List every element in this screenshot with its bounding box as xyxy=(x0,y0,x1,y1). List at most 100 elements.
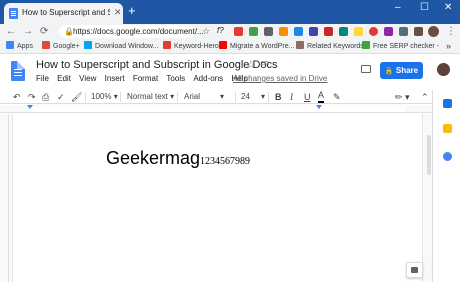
docs-logo-icon[interactable] xyxy=(11,61,25,81)
bookmark-download-windows[interactable]: Download Window... xyxy=(84,41,158,52)
document-page[interactable] xyxy=(12,114,423,282)
extension-brown-icon[interactable] xyxy=(414,27,423,36)
explore-button[interactable] xyxy=(406,262,423,278)
scrollbar-thumb[interactable] xyxy=(427,135,431,175)
extension-red-circle-icon[interactable] xyxy=(369,27,378,36)
address-toolbar: ← → ⟳ 🔒 https://docs.google.com/document… xyxy=(0,24,460,39)
comment-history-icon[interactable] xyxy=(361,65,371,73)
bookmarks-bar: Apps Google+ Download Window... Keyword-… xyxy=(0,39,460,54)
menu-view[interactable]: View xyxy=(79,74,96,83)
extension-orange-icon[interactable] xyxy=(279,27,288,36)
tasks-icon[interactable] xyxy=(443,152,452,161)
menu-file[interactable]: File xyxy=(36,74,49,83)
collapse-toolbar-icon[interactable]: ⌃ xyxy=(421,90,429,104)
font-size-select[interactable]: 24 ▾ xyxy=(241,90,265,104)
bookmark-keyword-hero[interactable]: Keyword-Hero xyxy=(163,41,219,52)
bookmark-label: Keyword-Hero xyxy=(174,43,219,50)
right-indent-marker[interactable] xyxy=(316,105,322,109)
back-icon[interactable]: ← xyxy=(6,24,16,39)
tab-title: How to Superscript and Subscript xyxy=(22,8,110,17)
menu-addons[interactable]: Add-ons xyxy=(193,74,223,83)
toolbar-divider xyxy=(268,92,269,102)
url-text[interactable]: https://docs.google.com/document/... xyxy=(73,27,204,36)
extension-f-icon[interactable]: f? xyxy=(217,26,224,35)
italic-button[interactable]: I xyxy=(290,90,293,104)
horizontal-ruler[interactable] xyxy=(0,105,432,113)
highlight-icon[interactable]: ✎ xyxy=(333,90,341,104)
document-main-text[interactable]: Geekermag xyxy=(106,148,200,168)
extension-green-icon[interactable] xyxy=(249,27,258,36)
extension-grey-icon[interactable] xyxy=(264,27,273,36)
extension-blue-icon[interactable] xyxy=(294,27,303,36)
bookmark-label: Download Window... xyxy=(95,43,159,50)
reload-icon[interactable]: ⟳ xyxy=(40,24,48,39)
maximize-button[interactable]: ☐ xyxy=(420,2,429,13)
document-title[interactable]: How to Superscript and Subscript in Goog… xyxy=(36,59,278,71)
menu-format[interactable]: Format xyxy=(133,74,158,83)
style-select[interactable]: Normal text ▾ xyxy=(127,90,174,104)
left-indent-marker[interactable] xyxy=(27,105,33,109)
redo-icon[interactable]: ↷ xyxy=(28,90,36,104)
new-tab-button[interactable]: + xyxy=(128,3,136,18)
star-icon[interactable]: ☆ xyxy=(246,58,256,71)
paint-format-icon[interactable]: 🖌 xyxy=(71,90,82,104)
calendar-icon[interactable] xyxy=(443,99,452,108)
print-icon[interactable]: ⎙ xyxy=(42,90,49,104)
bookmark-star-icon[interactable]: ☆ xyxy=(202,26,210,37)
share-label: Share xyxy=(395,66,419,75)
bookmark-label: Google+ xyxy=(53,43,80,50)
docs-favicon-icon xyxy=(9,8,18,19)
bold-button[interactable]: B xyxy=(275,90,282,104)
forward-icon[interactable]: → xyxy=(23,24,33,39)
extension-red-icon[interactable] xyxy=(234,27,243,36)
font-select[interactable]: Arial ▾ xyxy=(184,90,224,104)
bookmark-label: Related Keywords xyxy=(307,43,364,50)
underline-button[interactable]: U xyxy=(304,90,311,104)
windows-icon xyxy=(84,41,92,49)
serp-icon xyxy=(362,41,370,49)
tab-close-icon[interactable]: ✕ xyxy=(114,7,122,18)
menu-tools[interactable]: Tools xyxy=(166,74,185,83)
extension-pinterest-icon[interactable] xyxy=(324,27,333,36)
address-bar[interactable]: 🔒 https://docs.google.com/document/... xyxy=(59,25,204,38)
minimize-button[interactable]: – xyxy=(395,2,401,13)
editing-mode-icon[interactable]: ✏ ▾ xyxy=(395,90,410,104)
youtube-icon xyxy=(219,41,227,49)
browser-menu-icon[interactable]: ⋮ xyxy=(446,24,456,39)
ruler-page-area xyxy=(30,106,405,112)
extension-teal-icon[interactable] xyxy=(339,27,348,36)
bookmark-serp-checker[interactable]: Free SERP checker - xyxy=(362,41,439,52)
browser-tab[interactable]: How to Superscript and Subscript ✕ xyxy=(4,3,123,24)
vertical-ruler[interactable] xyxy=(0,114,9,282)
toolbar-divider xyxy=(120,92,121,102)
apps-grid-icon xyxy=(6,41,14,49)
spellcheck-icon[interactable]: ✓ xyxy=(57,90,65,104)
bookmark-migrate-wordpress[interactable]: Migrate a WordPre... xyxy=(219,41,294,52)
menu-edit[interactable]: Edit xyxy=(57,74,71,83)
keep-icon[interactable] xyxy=(443,124,452,133)
extension-purple-icon[interactable] xyxy=(384,27,393,36)
document-paragraph[interactable]: Geekermag1234567989 xyxy=(106,148,250,169)
share-button[interactable]: 🔒 Share xyxy=(380,62,423,79)
zoom-select[interactable]: 100% ▾ xyxy=(91,90,118,104)
text-color-button[interactable]: A xyxy=(318,90,325,103)
undo-icon[interactable]: ↶ xyxy=(13,90,21,104)
extension-facebook-icon[interactable] xyxy=(309,27,318,36)
bookmarks-overflow-icon[interactable]: » xyxy=(446,41,451,52)
bookmark-apps[interactable]: Apps xyxy=(6,41,33,52)
bookmark-google-plus[interactable]: Google+ xyxy=(42,41,80,52)
save-status-link[interactable]: All changes saved in Drive xyxy=(233,74,327,83)
bookmark-label: Migrate a WordPre... xyxy=(230,43,295,50)
close-window-button[interactable]: ✕ xyxy=(444,2,452,13)
move-folder-icon[interactable]: ▭ xyxy=(260,58,269,69)
document-subscript-text[interactable]: 1234567989 xyxy=(200,156,250,167)
toolbar-divider xyxy=(235,92,236,102)
extension-slate-icon[interactable] xyxy=(399,27,408,36)
bookmark-related-keywords[interactable]: Related Keywords xyxy=(296,41,364,52)
extension-yellow-icon[interactable] xyxy=(354,27,363,36)
profile-avatar[interactable] xyxy=(428,26,439,37)
menu-insert[interactable]: Insert xyxy=(105,74,125,83)
side-panel xyxy=(432,90,460,282)
docs-header: How to Superscript and Subscript in Goog… xyxy=(0,55,460,90)
account-avatar[interactable] xyxy=(437,63,450,76)
